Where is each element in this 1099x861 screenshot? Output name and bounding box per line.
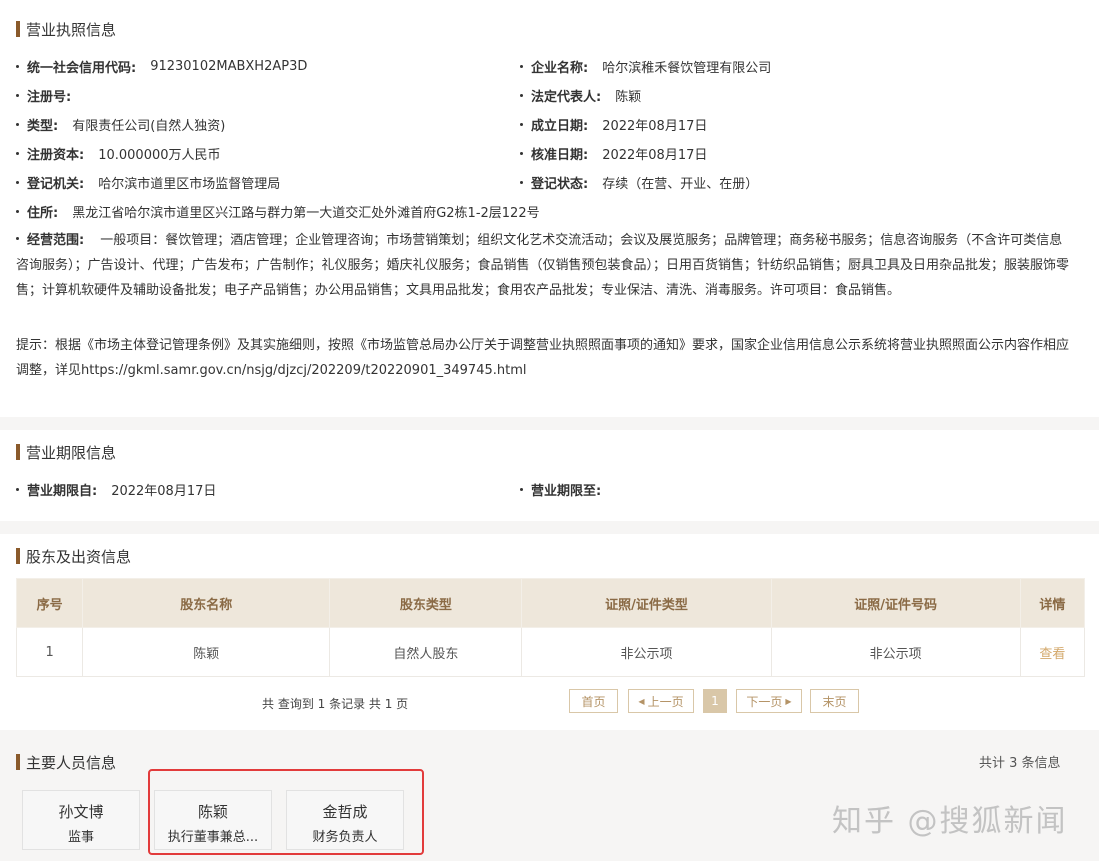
authority-label: 登记机关:	[27, 176, 85, 192]
capital-value: 10.000000万人民币	[98, 147, 221, 163]
next-page-button[interactable]: 下一页 ▶	[736, 689, 802, 713]
status-label: 登记状态:	[531, 176, 589, 192]
view-detail-link[interactable]: 查看	[1019, 627, 1086, 677]
term-from-value: 2022年08月17日	[111, 483, 217, 499]
bullet-dot	[16, 209, 19, 213]
status-value: 存续（在营、开业、在册）	[602, 176, 759, 192]
section-marker	[16, 444, 20, 460]
next-page-label: 下一页	[746, 694, 783, 709]
term-from-label: 营业期限自:	[27, 483, 98, 499]
chevron-right-icon: ▶	[785, 696, 792, 706]
watermark: 知乎 @搜狐新闻	[832, 804, 1068, 839]
legal-rep-label: 法定代表人:	[531, 89, 602, 105]
col-header-id-type: 证照/证件类型	[521, 578, 772, 628]
highlight-annotation-box	[148, 769, 424, 855]
person-name: 孙文博	[58, 803, 104, 821]
section-marker	[16, 754, 20, 770]
prev-page-button[interactable]: ◀ 上一页	[628, 689, 694, 713]
bullet-dot	[16, 151, 19, 155]
shareholders-section-title: 股东及出资信息	[16, 546, 131, 566]
personnel-section-title: 主要人员信息	[16, 752, 116, 772]
approved-label: 核准日期:	[531, 147, 589, 163]
last-page-button[interactable]: 末页	[810, 689, 859, 713]
credit-code-value: 91230102MABXH2AP3D	[150, 58, 308, 74]
established-label: 成立日期:	[531, 118, 589, 134]
bullet-dot	[16, 122, 19, 126]
bullet-dot	[520, 93, 523, 97]
col-header-type: 股东类型	[329, 578, 523, 628]
shareholders-table: 序号 股东名称 股东类型 证照/证件类型 证照/证件号码 详情 1 陈颖 自然人…	[15, 578, 1086, 677]
license-title-text: 营业执照信息	[26, 20, 117, 39]
col-header-detail: 详情	[1019, 578, 1086, 628]
section-marker	[16, 548, 20, 564]
bullet-dot	[520, 180, 523, 184]
bullet-dot	[16, 93, 19, 97]
table-header-row: 序号 股东名称 股东类型 证照/证件类型 证照/证件号码 详情	[15, 578, 1086, 628]
col-header-id-number: 证照/证件号码	[770, 578, 1021, 628]
term-from-row: 营业期限自: 2022年08月17日	[16, 479, 216, 499]
table-row: 1 陈颖 自然人股东 非公示项 非公示项 查看	[15, 627, 1086, 677]
term-to-label: 营业期限至:	[531, 483, 602, 499]
bullet-dot	[16, 180, 19, 184]
scope-value: 一般项目：餐饮管理；酒店管理；企业管理咨询；市场营销策划；组织文化艺术交流活动；…	[16, 233, 1070, 298]
reg-no-label: 注册号:	[27, 89, 72, 105]
shareholders-title-text: 股东及出资信息	[26, 547, 132, 566]
col-header-name: 股东名称	[82, 578, 331, 628]
established-value: 2022年08月17日	[602, 118, 708, 134]
authority-value: 哈尔滨市道里区市场监督管理局	[98, 176, 281, 192]
capital-label: 注册资本:	[27, 147, 85, 163]
company-name-label: 企业名称:	[531, 60, 589, 76]
legal-rep-row: 法定代表人: 陈颖	[520, 85, 641, 105]
address-value: 黑龙江省哈尔滨市道里区兴江路与群力第一大道交汇处外滩首府G2栋1-2层122号	[72, 205, 540, 221]
bullet-dot	[16, 237, 19, 240]
approved-value: 2022年08月17日	[602, 147, 708, 163]
cell-id-type: 非公示项	[521, 627, 772, 677]
type-value: 有限责任公司(自然人独资)	[72, 118, 226, 134]
bullet-dot	[16, 487, 19, 491]
chevron-left-icon: ◀	[638, 696, 645, 706]
type-label: 类型:	[27, 118, 59, 134]
term-title-text: 营业期限信息	[26, 443, 117, 462]
business-scope: 经营范围: 一般项目：餐饮管理；酒店管理；企业管理咨询；市场营销策划；组织文化艺术…	[16, 228, 1072, 303]
first-page-button[interactable]: 首页	[569, 689, 618, 713]
cell-id-number: 非公示项	[770, 627, 1021, 677]
term-section-title: 营业期限信息	[16, 442, 116, 462]
capital-row: 注册资本: 10.000000万人民币	[16, 143, 221, 163]
cell-type: 自然人股东	[329, 627, 523, 677]
bullet-dot	[520, 122, 523, 126]
company-name-value: 哈尔滨稚禾餐饮管理有限公司	[602, 60, 772, 76]
address-label: 住所:	[27, 205, 59, 221]
license-section-title: 营业执照信息	[16, 19, 116, 39]
established-row: 成立日期: 2022年08月17日	[520, 114, 707, 134]
personnel-title-text: 主要人员信息	[26, 753, 117, 772]
company-name-row: 企业名称: 哈尔滨稚禾餐饮管理有限公司	[520, 56, 771, 76]
personnel-count: 共计 3 条信息	[979, 756, 1061, 771]
type-row: 类型: 有限责任公司(自然人独资)	[16, 114, 225, 134]
notice-text: 提示：根据《市场主体登记管理条例》及其实施细则，按照《市场监管总局办公厅关于调整…	[16, 338, 1070, 378]
current-page-button[interactable]: 1	[703, 689, 727, 713]
col-header-index: 序号	[15, 578, 84, 628]
legal-rep-value: 陈颖	[615, 89, 642, 105]
reg-no-row: 注册号:	[16, 85, 85, 105]
authority-row: 登记机关: 哈尔滨市道里区市场监督管理局	[16, 172, 280, 192]
prev-page-label: 上一页	[647, 694, 684, 709]
person-position: 监事	[67, 830, 94, 845]
term-panel	[0, 430, 1099, 521]
scope-label: 经营范围:	[27, 233, 85, 248]
address-row: 住所: 黑龙江省哈尔滨市道里区兴江路与群力第一大道交汇处外滩首府G2栋1-2层1…	[16, 201, 540, 221]
cell-index: 1	[15, 627, 84, 677]
credit-code-row: 统一社会信用代码: 91230102MABXH2AP3D	[16, 56, 307, 76]
approved-row: 核准日期: 2022年08月17日	[520, 143, 707, 163]
bullet-dot	[520, 151, 523, 155]
cell-name: 陈颖	[82, 627, 331, 677]
person-card-1[interactable]: 孙文博 监事	[22, 790, 140, 850]
term-to-row: 营业期限至:	[520, 479, 615, 499]
bullet-dot	[520, 64, 523, 68]
bullet-dot	[520, 487, 523, 491]
bullet-dot	[16, 64, 19, 68]
credit-code-label: 统一社会信用代码:	[27, 60, 137, 76]
section-marker	[16, 21, 20, 37]
pager-info: 共 查询到 1 条记录 共 1 页	[262, 697, 409, 711]
status-row: 登记状态: 存续（在营、开业、在册）	[520, 172, 758, 192]
